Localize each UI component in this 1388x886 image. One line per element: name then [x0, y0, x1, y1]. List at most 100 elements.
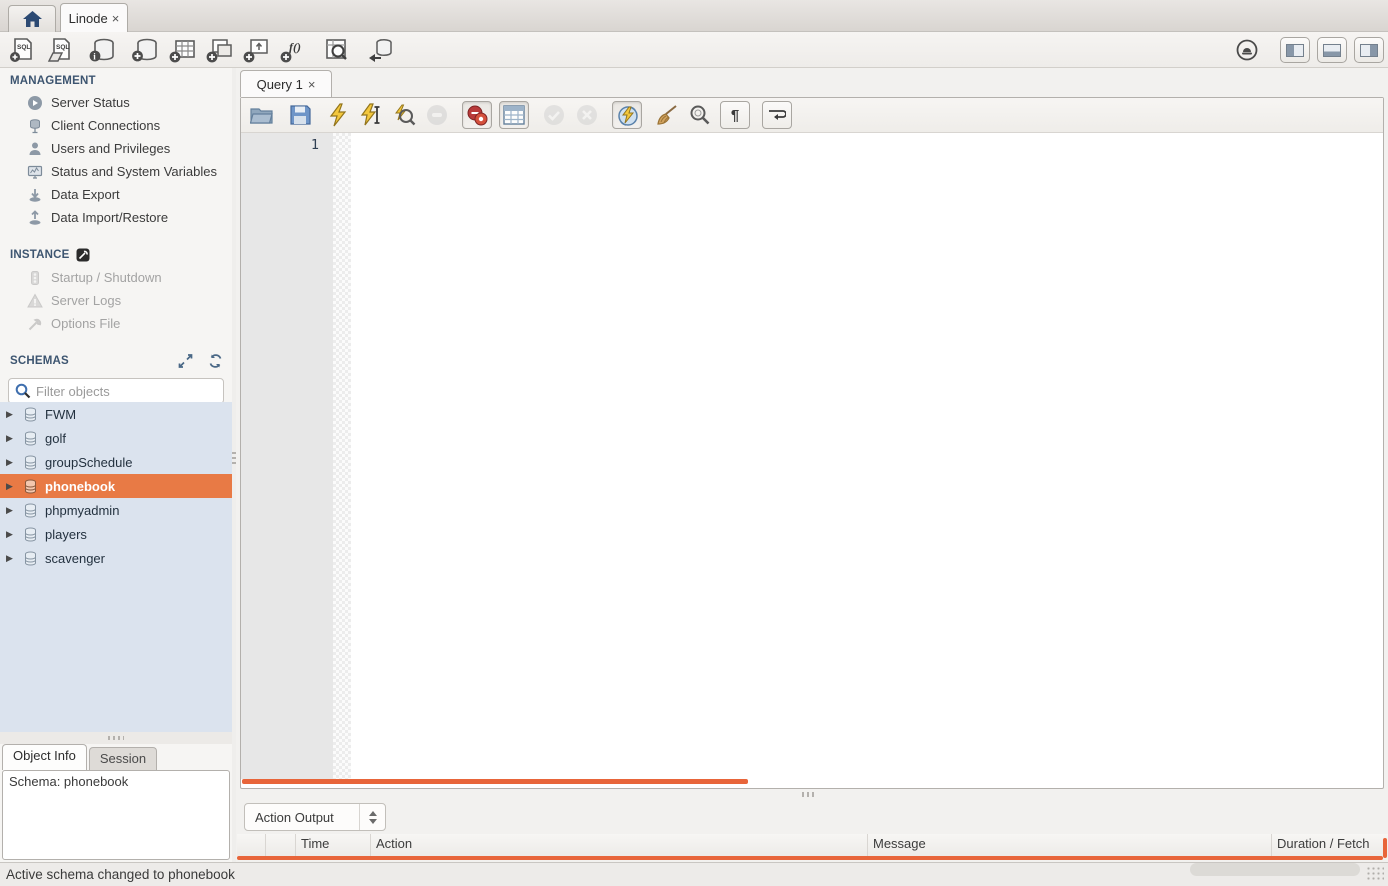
editor-text-area[interactable] [351, 133, 1382, 779]
toggle-invisible-chars-button[interactable]: ¶ [720, 101, 750, 129]
schema-row-phonebook[interactable]: ▶ phonebook [0, 474, 232, 498]
output-selector-spinner[interactable] [359, 804, 385, 830]
search-table-data-icon[interactable] [322, 35, 352, 65]
bottom-panel-icon [1323, 44, 1341, 57]
schema-row-fwm[interactable]: ▶ FWM [0, 402, 232, 426]
explain-icon[interactable] [391, 102, 417, 128]
schemas-section-title: SCHEMAS [0, 347, 232, 372]
column-action[interactable]: Action [371, 834, 868, 856]
output-vertical-scrollbar[interactable] [1383, 838, 1387, 858]
connection-tabbar: Linode × [0, 0, 1388, 32]
toggle-right-panel-button[interactable] [1354, 37, 1384, 63]
sidebar-item-server-logs[interactable]: Server Logs [0, 289, 232, 312]
schema-filter-input[interactable] [36, 384, 217, 399]
column-duration[interactable]: Duration / Fetch [1272, 834, 1388, 856]
open-sql-script-icon[interactable]: SQL [45, 35, 75, 65]
sidebar-item-startup-shutdown[interactable]: Startup / Shutdown [0, 266, 232, 289]
column-message[interactable]: Message [868, 834, 1272, 856]
column-status[interactable] [237, 834, 266, 856]
pilcrow-icon: ¶ [731, 107, 739, 124]
schema-icon [23, 527, 38, 542]
connection-tab[interactable]: Linode × [60, 3, 128, 32]
sidebar-item-users-privileges[interactable]: Users and Privileges [0, 137, 232, 160]
create-table-icon[interactable] [168, 35, 198, 65]
toggle-word-wrap-button[interactable] [762, 101, 792, 129]
sidebar-item-client-connections[interactable]: Client Connections [0, 114, 232, 137]
scrollbar-thumb[interactable] [1190, 863, 1360, 876]
data-import-icon [26, 209, 43, 226]
toggle-left-panel-button[interactable] [1280, 37, 1310, 63]
expander-icon[interactable]: ▶ [6, 553, 16, 564]
beautify-icon[interactable] [654, 102, 680, 128]
find-icon[interactable] [687, 102, 713, 128]
editor-toolbar: ¶ [241, 98, 1383, 133]
new-sql-tab-icon[interactable]: SQL [8, 35, 38, 65]
startup-shutdown-icon [26, 269, 43, 286]
expander-icon[interactable]: ▶ [6, 529, 16, 540]
expander-icon[interactable]: ▶ [6, 433, 16, 444]
database-inspector-icon[interactable]: i [88, 35, 118, 65]
query-tab-label: Query 1 [257, 77, 303, 92]
horizontal-splitter[interactable] [236, 789, 1388, 800]
schema-row-players[interactable]: ▶ players [0, 522, 232, 546]
schema-row-groupschedule[interactable]: ▶ groupSchedule [0, 450, 232, 474]
expander-icon[interactable]: ▶ [6, 505, 16, 516]
home-tab[interactable] [8, 5, 56, 32]
home-icon [23, 11, 42, 27]
sidebar-item-data-import[interactable]: Data Import/Restore [0, 206, 232, 229]
schema-row-golf[interactable]: ▶ golf [0, 426, 232, 450]
editor-gutter: 1 [241, 133, 333, 779]
rollback-icon[interactable] [574, 102, 600, 128]
query-tab[interactable]: Query 1 × [240, 70, 332, 97]
sidebar-item-system-variables[interactable]: Status and System Variables [0, 160, 232, 183]
expander-icon[interactable]: ▶ [6, 409, 16, 420]
execute-current-icon[interactable] [358, 102, 384, 128]
create-function-icon[interactable]: f() [279, 35, 309, 65]
open-script-icon[interactable] [249, 102, 275, 128]
reconnect-dbms-icon[interactable] [365, 35, 395, 65]
sidebar-item-options-file[interactable]: Options File [0, 312, 232, 335]
commit-icon[interactable] [541, 102, 567, 128]
autocommit-icon [615, 103, 639, 127]
window-resize-grip[interactable] [1366, 866, 1384, 882]
expander-icon[interactable]: ▶ [6, 457, 16, 468]
schema-row-phpmyadmin[interactable]: ▶ phpmyadmin [0, 498, 232, 522]
tab-object-info[interactable]: Object Info [2, 744, 87, 770]
create-procedure-icon[interactable] [242, 35, 272, 65]
schema-icon [23, 551, 38, 566]
svg-text:f(): f() [289, 40, 301, 54]
toggle-stop-on-error-button[interactable] [462, 101, 492, 129]
column-index[interactable] [266, 834, 296, 856]
sidebar-item-data-export[interactable]: Data Export [0, 183, 232, 206]
tab-session[interactable]: Session [89, 747, 157, 770]
column-time[interactable]: Time [296, 834, 371, 856]
output-horizontal-scrollbar[interactable] [237, 856, 1383, 860]
stop-icon[interactable] [424, 102, 450, 128]
sql-editor-panel: ¶ 1 [240, 97, 1384, 789]
connection-tab-close-icon[interactable]: × [112, 11, 120, 26]
toggle-autocommit-button[interactable] [612, 101, 642, 129]
expander-icon[interactable]: ▶ [6, 481, 16, 492]
sidebar-splitter[interactable] [0, 732, 232, 744]
create-schema-icon[interactable] [131, 35, 161, 65]
limit-rows-button[interactable] [499, 101, 529, 129]
word-wrap-icon [768, 108, 786, 122]
data-export-icon [26, 186, 43, 203]
server-logs-icon [26, 292, 43, 309]
editor-horizontal-scrollbar[interactable] [242, 779, 748, 784]
output-selector[interactable]: Action Output [244, 803, 386, 831]
schema-row-scavenger[interactable]: ▶ scavenger [0, 546, 232, 570]
refresh-schemas-icon[interactable] [208, 354, 224, 368]
vertical-splitter[interactable] [232, 68, 236, 862]
system-variables-icon [26, 163, 43, 180]
expand-schemas-icon[interactable] [178, 354, 194, 368]
notification-icon[interactable] [1235, 38, 1259, 62]
client-connections-icon [26, 117, 43, 134]
execute-icon[interactable] [325, 102, 351, 128]
status-bar: Active schema changed to phonebook [0, 862, 1388, 886]
sidebar-item-server-status[interactable]: Server Status [0, 91, 232, 114]
toggle-bottom-panel-button[interactable] [1317, 37, 1347, 63]
create-view-icon[interactable] [205, 35, 235, 65]
query-tab-close-icon[interactable]: × [308, 77, 316, 92]
save-script-icon[interactable] [287, 102, 313, 128]
